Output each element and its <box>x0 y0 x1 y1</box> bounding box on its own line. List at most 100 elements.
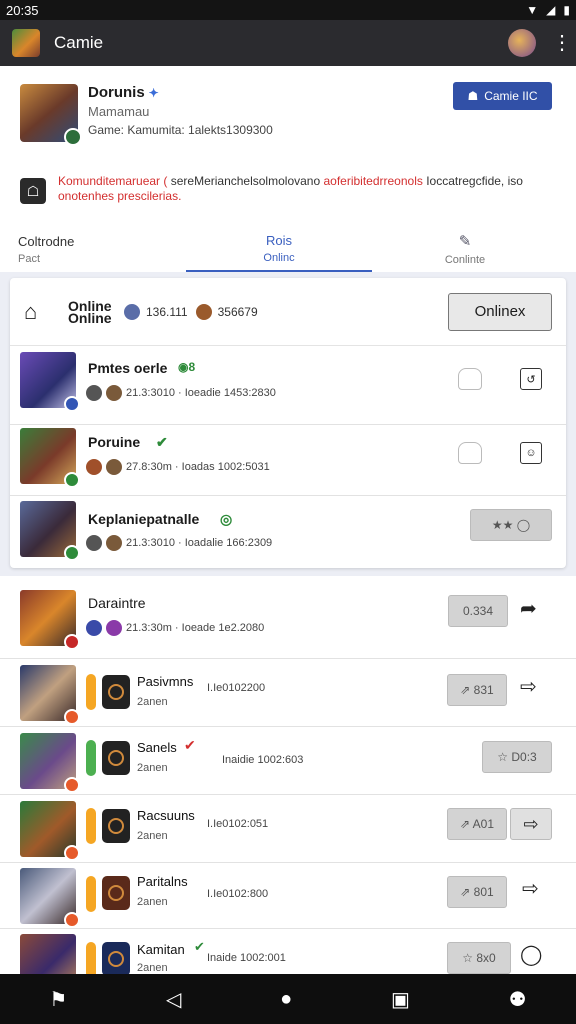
star-icon: ☗ <box>467 89 479 103</box>
score-button[interactable]: ⇗ 801 <box>447 876 507 908</box>
signal-icon: ◢ <box>546 3 556 17</box>
status-icon: ◉8 <box>178 360 196 374</box>
level-bar <box>86 942 96 974</box>
profile-subtitle: Mamamau <box>88 104 150 119</box>
status-icon: ◎ <box>220 511 233 527</box>
share-icon[interactable]: ⇨ <box>522 876 539 901</box>
online-button[interactable]: Onlinex <box>448 292 552 331</box>
profile-meta: Game: Kamumita: 1alekts1309300 <box>88 123 273 137</box>
profile-name: Dorunis ✦ <box>88 84 159 101</box>
check-icon: ✔ <box>194 939 205 954</box>
badge-icon <box>64 709 80 725</box>
follow-button[interactable]: ☗ Camie IIC <box>453 82 552 110</box>
rating-button[interactable]: ☆ D0:3 <box>482 741 552 773</box>
flag-icon: ✔ <box>184 737 196 753</box>
list-item[interactable]: Keplaniepatnalle ◎ 21.3:3010 · Ioadalie … <box>0 497 576 567</box>
game-icon <box>102 741 130 775</box>
battery-icon: ▮ <box>563 3 570 17</box>
notice-text: Komunditemaruear ( sereMerianchelsolmolo… <box>58 174 523 203</box>
level-bar <box>86 674 96 710</box>
refresh-icon[interactable]: ↺ <box>520 368 542 390</box>
level-bar <box>86 876 96 912</box>
score-button[interactable]: ⇗ A01 <box>447 808 507 840</box>
list-item[interactable]: Poruine ✔ 27.8:30m · Ioadas 1002:5031 ☺ <box>0 426 576 494</box>
game-thumbnail <box>20 590 80 650</box>
player-icon <box>124 303 140 320</box>
badge-icon <box>64 634 80 650</box>
list-item[interactable]: Pasivmns 2anen I.Ie0102200 ⇗ 831 ⇨ <box>0 660 576 726</box>
flag-nav-icon[interactable]: ⚑ <box>49 987 67 1012</box>
game-thumbnail <box>20 501 80 561</box>
game-thumbnail <box>20 428 80 488</box>
emoji-icon[interactable]: ☺ <box>520 442 542 464</box>
game-thumbnail <box>20 868 80 928</box>
list-item[interactable]: Paritalns 2anen I.Ie0102:800 ⇗ 801 ⇨ <box>0 864 576 928</box>
game-icon <box>102 876 130 910</box>
badge-icon <box>64 845 80 861</box>
game-icon <box>102 942 130 974</box>
home-nav-icon[interactable]: ● <box>280 988 292 1011</box>
tab-overview[interactable]: Coltrodne Pact <box>0 226 186 272</box>
score-button[interactable]: ⇗ 831 <box>447 674 507 706</box>
back-icon[interactable]: ◁ <box>166 987 181 1012</box>
game-thumbnail <box>20 665 80 725</box>
recents-icon[interactable]: ▣ <box>391 987 410 1012</box>
app-logo <box>12 29 40 57</box>
avatar <box>86 459 102 475</box>
list-item[interactable]: Pmtes oerle ◉8 21.3:3010 · Ioeadie 1453:… <box>0 350 576 422</box>
bookmark-icon[interactable] <box>458 442 482 464</box>
bookmark-icon[interactable] <box>458 368 482 390</box>
stat-players: 136.111 <box>124 303 188 320</box>
profile-nav-icon[interactable]: ⚉ <box>509 987 527 1012</box>
list-item[interactable]: Daraintre 21.3:30m · Ioeade 1e2.2080 0.3… <box>0 580 576 656</box>
game-icon <box>102 675 130 709</box>
level-bar <box>86 740 96 776</box>
list-item[interactable]: Kamitan ✔ 2anen Inaide 1002:001 ☆ 8x0 ◯ <box>0 930 576 974</box>
notice-banner: ☖ Komunditemaruear ( sereMerianchelsolmo… <box>20 174 556 204</box>
level-badge-icon <box>64 128 82 146</box>
app-title: Camie <box>54 33 104 52</box>
level-bar <box>86 808 96 844</box>
avatar <box>106 459 122 475</box>
app-bar: Camie ⋮ <box>0 20 576 66</box>
status-bar: 20:35 ▼ ◢ ▮ <box>0 0 576 20</box>
status-time: 20:35 <box>6 2 39 18</box>
share-button[interactable]: ⇨ <box>510 808 552 840</box>
badge-icon <box>64 396 80 412</box>
online-card-header: ⌂ Online Online 136.111 356679 Onlinex <box>10 278 566 346</box>
list-item[interactable]: Sanels ✔ 2anen Inaidie 1002:603 ☆ D0:3 <box>0 728 576 794</box>
badge-icon <box>64 472 80 488</box>
notice-icon: ☖ <box>20 178 46 204</box>
share-icon[interactable]: ⇨ <box>520 674 537 699</box>
rating-button[interactable]: ☆ 8x0 <box>447 942 511 974</box>
wifi-icon: ▼ <box>526 3 539 17</box>
tab-bar: Coltrodne Pact Rois Onlinc ✎ Conlinte <box>0 226 576 272</box>
game-thumbnail <box>20 733 80 793</box>
badge-icon <box>64 912 80 928</box>
tab-content[interactable]: ✎ Conlinte <box>372 226 558 272</box>
account-avatar[interactable] <box>508 29 536 57</box>
share-icon[interactable]: ➦ <box>520 596 537 621</box>
avatar <box>106 620 122 636</box>
badge-icon <box>64 545 80 561</box>
trophy-icon <box>195 303 212 320</box>
score-button[interactable]: 0.334 <box>448 595 508 627</box>
check-icon: ✔ <box>156 434 168 450</box>
game-thumbnail <box>20 352 80 412</box>
list-item[interactable]: Racsuuns 2anen I.Ie0102:051 ⇗ A01 ⇨ <box>0 796 576 862</box>
avatar <box>86 385 102 401</box>
profile-header: Dorunis ✦ Mamamau Game: Kamumita: 1alekts… <box>0 66 576 272</box>
avatar <box>86 535 102 551</box>
badge-icon <box>64 777 80 793</box>
home-icon: ⌂ <box>24 298 38 324</box>
avatar <box>86 620 102 636</box>
game-thumbnail <box>20 801 80 861</box>
more-menu-icon[interactable]: ⋮ <box>552 33 572 53</box>
stat-score: 356679 <box>195 303 258 320</box>
rating-button[interactable]: ★★ ◯ <box>470 509 552 541</box>
tab-online[interactable]: Rois Onlinc <box>186 226 372 272</box>
avatar <box>106 535 122 551</box>
profile-avatar[interactable] <box>20 84 82 146</box>
chat-icon[interactable]: ◯ <box>520 942 542 967</box>
game-icon <box>102 809 130 843</box>
